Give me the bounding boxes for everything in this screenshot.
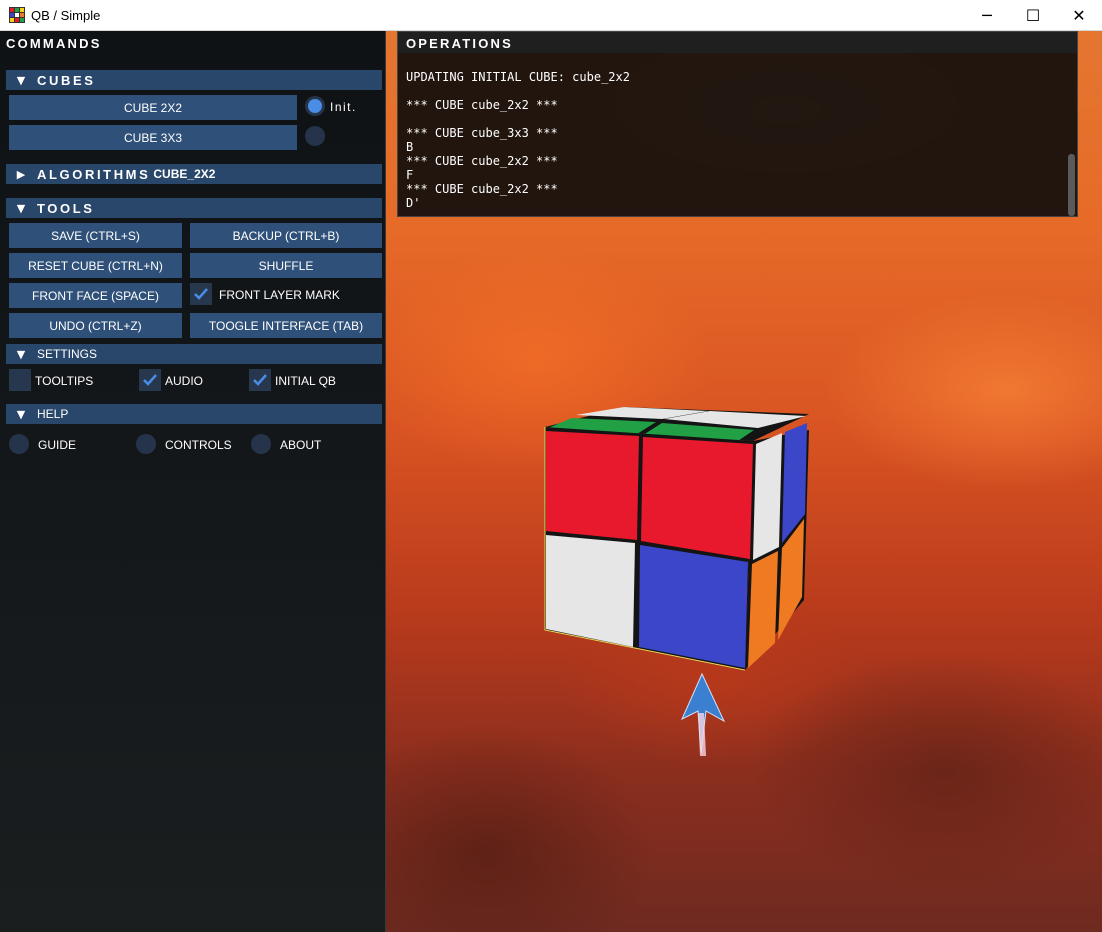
about-label: ABOUT [280, 438, 322, 452]
log-line: F [406, 168, 414, 182]
toggle-interface-button[interactable]: TOOGLE INTERFACE (TAB) [190, 313, 382, 338]
collapse-arrow-icon: ▼ [16, 347, 26, 361]
cube-sticker-right-3 [748, 551, 778, 668]
log-line: UPDATING INITIAL CUBE: cube_2x2 [406, 70, 630, 84]
initial-qb-label: INITIAL QB [275, 374, 336, 388]
cube-sticker-front-2 [641, 437, 753, 559]
cubes-section-header[interactable]: ▼ CUBES [6, 70, 382, 90]
init-label: Init. [330, 100, 357, 114]
checkmark-icon [253, 374, 267, 386]
tools-section-label: TOOLS [37, 200, 95, 216]
backup-button[interactable]: BACKUP (CTRL+B) [190, 223, 382, 248]
cube-sticker-front-3 [546, 535, 635, 647]
log-line: D' [406, 196, 421, 210]
audio-checkbox[interactable] [139, 369, 161, 391]
about-radio[interactable] [251, 434, 271, 454]
controls-label: CONTROLS [165, 438, 232, 452]
help-section-label: HELP [37, 407, 69, 421]
maximize-button[interactable]: ☐ [1010, 0, 1056, 31]
commands-panel: COMMANDS ▼ CUBES CUBE 2X2 Init. CUBE 3X3… [0, 31, 386, 932]
initial-qb-checkbox[interactable] [249, 369, 271, 391]
minimize-button[interactable]: ─ [964, 0, 1010, 31]
checkmark-icon [194, 288, 208, 300]
algorithms-section-label: ALGORITHMS [37, 166, 151, 182]
collapse-arrow-icon: ▼ [16, 201, 26, 215]
cube-sticker-right-1 [753, 433, 782, 560]
radio-selected-dot-icon [308, 99, 322, 113]
shuffle-button[interactable]: SHUFFLE [190, 253, 382, 278]
reset-cube-button[interactable]: RESET CUBE (CTRL+N) [9, 253, 182, 278]
tooltips-checkbox[interactable] [9, 369, 31, 391]
log-line: B [406, 140, 414, 154]
tools-section-header[interactable]: ▼ TOOLS [6, 198, 382, 218]
window-title-bar[interactable]: QB / Simple ─ ☐ ✕ [0, 0, 1102, 31]
settings-section-label: SETTINGS [37, 347, 98, 361]
help-section-header[interactable]: ▼ HELP [6, 404, 382, 424]
front-layer-mark-checkbox[interactable] [190, 283, 212, 305]
collapse-arrow-icon: ▼ [16, 73, 26, 87]
algorithms-section-header[interactable]: ▶ ALGORITHMS CUBE_2X2 [6, 164, 382, 184]
algorithms-cube-name: CUBE_2X2 [153, 167, 216, 181]
cube-2x2-button[interactable]: CUBE 2X2 [9, 95, 297, 120]
cube-3x3-init-radio[interactable] [305, 126, 325, 146]
3d-cube-viewport[interactable]: OPERATIONS UPDATING INITIAL CUBE: cube_2… [386, 31, 1102, 932]
close-button[interactable]: ✕ [1056, 0, 1102, 31]
log-line: *** CUBE cube_2x2 *** [406, 154, 558, 168]
log-line: *** CUBE cube_3x3 *** [406, 126, 558, 140]
controls-radio[interactable] [136, 434, 156, 454]
collapse-arrow-icon: ▼ [16, 407, 26, 421]
guide-radio[interactable] [9, 434, 29, 454]
rubik-cube-app-icon [9, 7, 25, 23]
cubes-section-label: CUBES [37, 72, 96, 88]
audio-label: AUDIO [165, 374, 204, 388]
window-title: QB / Simple [31, 8, 101, 23]
cube-2x2-init-radio[interactable] [305, 96, 325, 116]
log-line: *** CUBE cube_2x2 *** [406, 182, 558, 196]
commands-panel-title: COMMANDS [6, 36, 102, 51]
cube-3x3-button[interactable]: CUBE 3X3 [9, 125, 297, 150]
expand-arrow-icon: ▶ [16, 167, 26, 181]
cube-sticker-front-4 [639, 545, 748, 668]
save-button[interactable]: SAVE (CTRL+S) [9, 223, 182, 248]
guide-label: GUIDE [38, 438, 77, 452]
front-face-button[interactable]: FRONT FACE (SPACE) [9, 283, 182, 308]
operations-panel[interactable]: OPERATIONS UPDATING INITIAL CUBE: cube_2… [397, 31, 1078, 217]
tooltips-label: TOOLTIPS [35, 374, 94, 388]
undo-button[interactable]: UNDO (CTRL+Z) [9, 313, 182, 338]
operations-title: OPERATIONS [406, 36, 513, 51]
settings-section-header[interactable]: ▼ SETTINGS [6, 344, 382, 364]
cube-sticker-front-1 [546, 431, 639, 540]
front-layer-mark-label: FRONT LAYER MARK [219, 288, 340, 302]
log-line: *** CUBE cube_2x2 *** [406, 98, 558, 112]
operations-header: OPERATIONS [398, 32, 1077, 53]
checkmark-icon [143, 374, 157, 386]
operations-scrollbar[interactable] [1068, 154, 1075, 216]
